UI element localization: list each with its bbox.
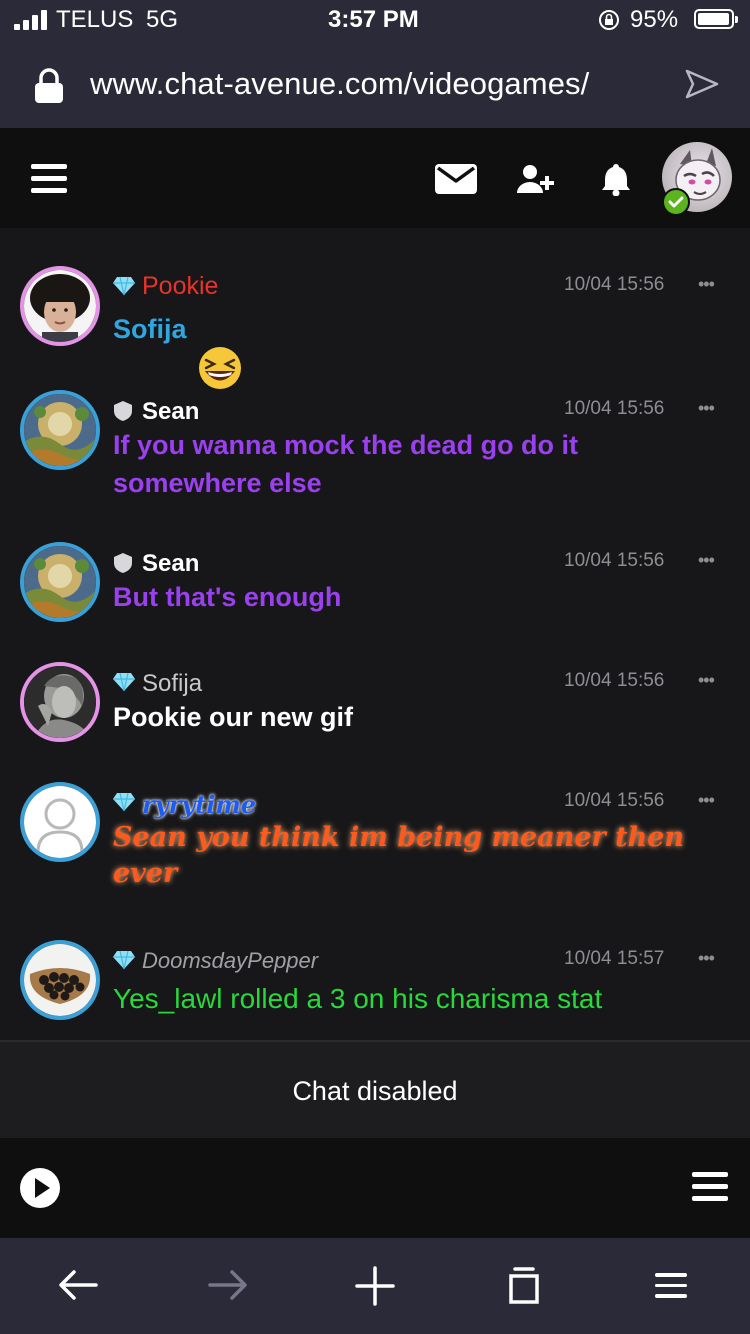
shield-icon	[114, 553, 132, 573]
timestamp: 10/04 15:56	[564, 274, 665, 295]
username[interactable]: Sean	[142, 398, 199, 426]
options-menu-icon[interactable]	[692, 1172, 728, 1208]
avatar[interactable]	[20, 662, 100, 742]
avatar[interactable]	[20, 390, 100, 470]
add-friend-icon[interactable]	[516, 164, 556, 194]
menu-icon[interactable]	[31, 164, 67, 200]
timestamp: 10/04 15:56	[564, 398, 665, 419]
avatar[interactable]	[20, 266, 100, 346]
diamond-icon	[113, 276, 135, 296]
signal-icon	[14, 10, 48, 30]
url-bar[interactable]: www.chat-avenue.com/videogames/	[0, 40, 750, 128]
timestamp: 10/04 15:56	[564, 670, 665, 691]
more-options-icon[interactable]: •••	[698, 670, 715, 691]
username[interactable]: Sofija	[142, 670, 202, 698]
message-text: Sofija	[113, 314, 187, 344]
bell-icon[interactable]	[600, 162, 632, 196]
chat-footer	[0, 1138, 750, 1238]
more-options-icon[interactable]: •••	[698, 398, 715, 419]
message-text: If you wanna mock the dead go do it some…	[113, 430, 579, 498]
battery-percent: 95%	[630, 6, 679, 33]
message-text: Yes_lawl rolled a 3 on his charisma stat	[113, 983, 603, 1014]
more-options-icon[interactable]: •••	[698, 790, 715, 811]
username[interactable]: Pookie	[142, 272, 218, 301]
avatar[interactable]	[20, 940, 100, 1020]
avatar[interactable]	[20, 782, 100, 862]
avatar[interactable]	[20, 542, 100, 622]
username[interactable]: DoomsdayPepper	[142, 948, 318, 974]
online-status-icon	[662, 188, 690, 216]
status-bar: TELUS 5G 3:57 PM 95%	[0, 0, 750, 40]
more-options-icon[interactable]: •••	[698, 550, 715, 571]
shield-icon	[114, 401, 132, 421]
rotation-lock-icon	[599, 10, 619, 30]
message-text: Sean you think im being meaner then ever	[113, 822, 685, 889]
username[interactable]: ryrytime	[142, 790, 256, 819]
app-header	[0, 128, 750, 228]
laughing-emoji-icon	[199, 347, 241, 389]
clock: 3:57 PM	[328, 6, 419, 33]
back-arrow-icon[interactable]	[58, 1268, 98, 1302]
message-text: But that's enough	[113, 582, 342, 612]
timestamp: 10/04 15:57	[564, 948, 665, 969]
carrier: TELUS	[56, 6, 134, 33]
diamond-icon	[113, 672, 135, 692]
more-options-icon[interactable]: •••	[698, 948, 715, 969]
diamond-icon	[113, 792, 135, 812]
tabs-icon[interactable]	[508, 1266, 540, 1304]
chat-disabled-notice: Chat disabled	[0, 1040, 750, 1140]
timestamp: 10/04 15:56	[564, 550, 665, 571]
more-options-icon[interactable]: •••	[698, 274, 715, 295]
url-text[interactable]: www.chat-avenue.com/videogames/	[90, 66, 589, 102]
browser-menu-icon[interactable]	[655, 1273, 687, 1305]
chat-log: Pookie 10/04 15:56 ••• Sofija Sean 10/04…	[0, 228, 750, 1040]
send-icon[interactable]	[684, 68, 720, 100]
lock-icon	[35, 68, 63, 103]
mail-icon[interactable]	[435, 164, 477, 194]
battery-icon	[694, 9, 738, 29]
diamond-icon	[113, 950, 135, 970]
message-text: Pookie our new gif	[113, 702, 354, 732]
browser-toolbar	[0, 1238, 750, 1334]
username[interactable]: Sean	[142, 550, 199, 578]
timestamp: 10/04 15:56	[564, 790, 665, 811]
network-type: 5G	[146, 6, 179, 33]
play-icon[interactable]	[20, 1168, 60, 1208]
new-tab-icon[interactable]	[355, 1266, 395, 1306]
forward-arrow-icon[interactable]	[208, 1268, 248, 1302]
